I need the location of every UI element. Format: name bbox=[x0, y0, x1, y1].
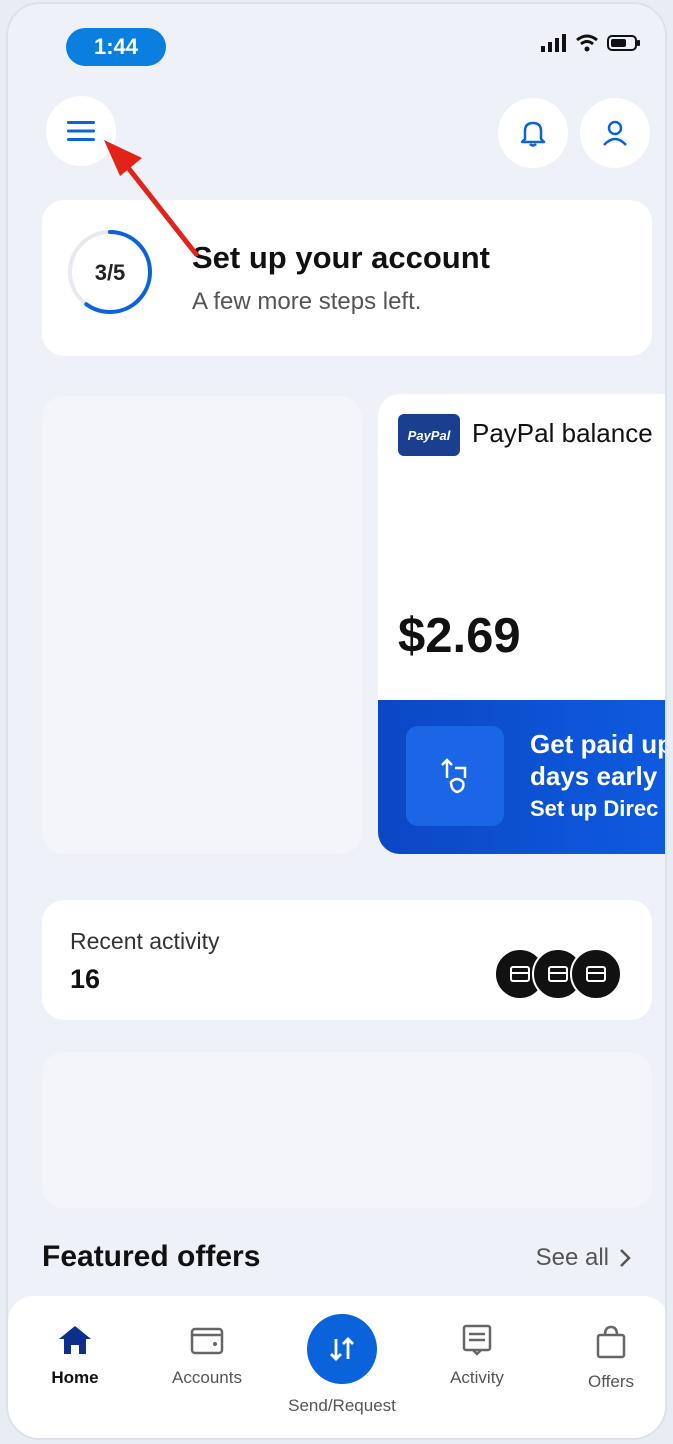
send-request-button[interactable] bbox=[307, 1314, 377, 1384]
chevron-right-icon bbox=[620, 1249, 631, 1267]
promo-line-2: days early bbox=[530, 761, 658, 791]
recent-activity-label: Recent activity bbox=[70, 928, 220, 954]
shopping-bag-icon bbox=[596, 1325, 626, 1359]
tab-activity[interactable]: Activity bbox=[422, 1324, 532, 1388]
balance-title: PayPal balance bbox=[472, 418, 653, 448]
tab-offers[interactable]: Offers bbox=[556, 1324, 665, 1392]
tab-accounts[interactable]: Accounts bbox=[152, 1324, 262, 1388]
phone-screen: 1:44 3/5 Set up your account A few more … bbox=[6, 2, 667, 1440]
tab-label: Activity bbox=[450, 1368, 504, 1387]
featured-offers-title: Featured offers bbox=[42, 1240, 261, 1273]
see-all-link[interactable]: See all bbox=[536, 1244, 631, 1272]
merchant-icon bbox=[570, 948, 622, 1000]
paypal-balance-card[interactable]: PayPal PayPal balance $2.69 Get paid up … bbox=[378, 394, 667, 854]
send-request-icon bbox=[330, 1337, 354, 1361]
receipt-icon bbox=[462, 1324, 492, 1356]
direct-deposit-promo[interactable]: Get paid up days early Set up Direc bbox=[378, 700, 667, 854]
red-arrow-annotation bbox=[104, 140, 199, 257]
wallet-icon bbox=[190, 1327, 224, 1355]
promo-line-3: Set up Direc bbox=[530, 796, 659, 821]
tab-label: Home bbox=[51, 1368, 99, 1387]
paypal-logo: PayPal bbox=[398, 414, 460, 456]
tab-label: Send/Request bbox=[288, 1396, 396, 1415]
promo-line-1: Get paid up bbox=[530, 729, 667, 759]
home-icon bbox=[59, 1326, 91, 1354]
placeholder-card bbox=[42, 396, 362, 854]
placeholder-card bbox=[42, 1052, 652, 1208]
recent-activity-count: 16 bbox=[70, 964, 101, 994]
tab-send-request[interactable]: Send/Request bbox=[286, 1314, 398, 1416]
balance-amount: $2.69 bbox=[398, 609, 521, 663]
bottom-tab-bar: Home Accounts Send/Request Activity Offe… bbox=[8, 1296, 665, 1438]
tab-label: Accounts bbox=[172, 1368, 242, 1387]
direct-deposit-icon bbox=[406, 726, 504, 826]
tab-home[interactable]: Home bbox=[20, 1324, 130, 1388]
see-all-label: See all bbox=[535, 1244, 609, 1271]
recent-activity-card[interactable]: Recent activity 16 bbox=[42, 900, 652, 1020]
tab-label: Offers bbox=[588, 1372, 634, 1391]
